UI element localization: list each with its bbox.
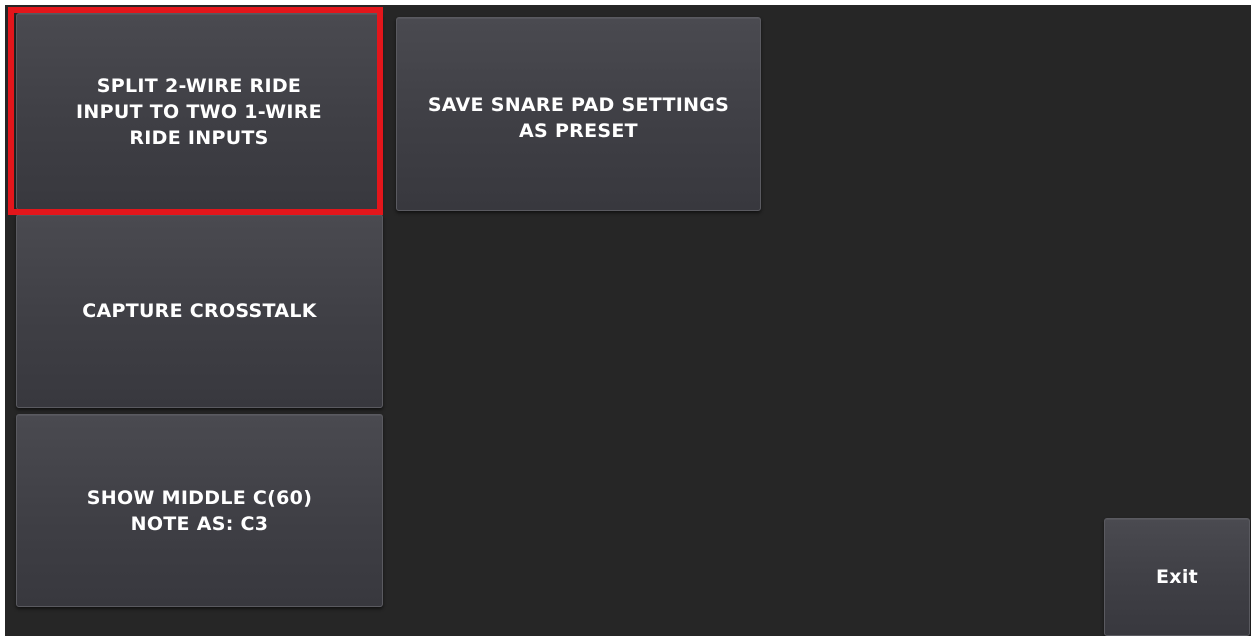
capture-crosstalk-label: CAPTURE CROSSTALK	[82, 300, 317, 322]
exit-button[interactable]: Exit	[1104, 518, 1250, 636]
show-middle-c-label: SHOW MIDDLE C(60) NOTE AS: C3	[86, 486, 313, 535]
capture-crosstalk-button[interactable]: CAPTURE CROSSTALK	[16, 214, 383, 408]
split-ride-input-label: SPLIT 2-WIRE RIDE INPUT TO TWO 1-WIRE RI…	[76, 74, 322, 149]
exit-label: Exit	[1155, 566, 1199, 588]
show-middle-c-button[interactable]: SHOW MIDDLE C(60) NOTE AS: C3	[16, 414, 383, 607]
split-ride-input-button[interactable]: SPLIT 2-WIRE RIDE INPUT TO TWO 1-WIRE RI…	[16, 13, 382, 210]
save-snare-preset-button[interactable]: SAVE SNARE PAD SETTINGS AS PRESET	[396, 17, 761, 211]
save-snare-preset-label: SAVE SNARE PAD SETTINGS AS PRESET	[427, 94, 730, 142]
